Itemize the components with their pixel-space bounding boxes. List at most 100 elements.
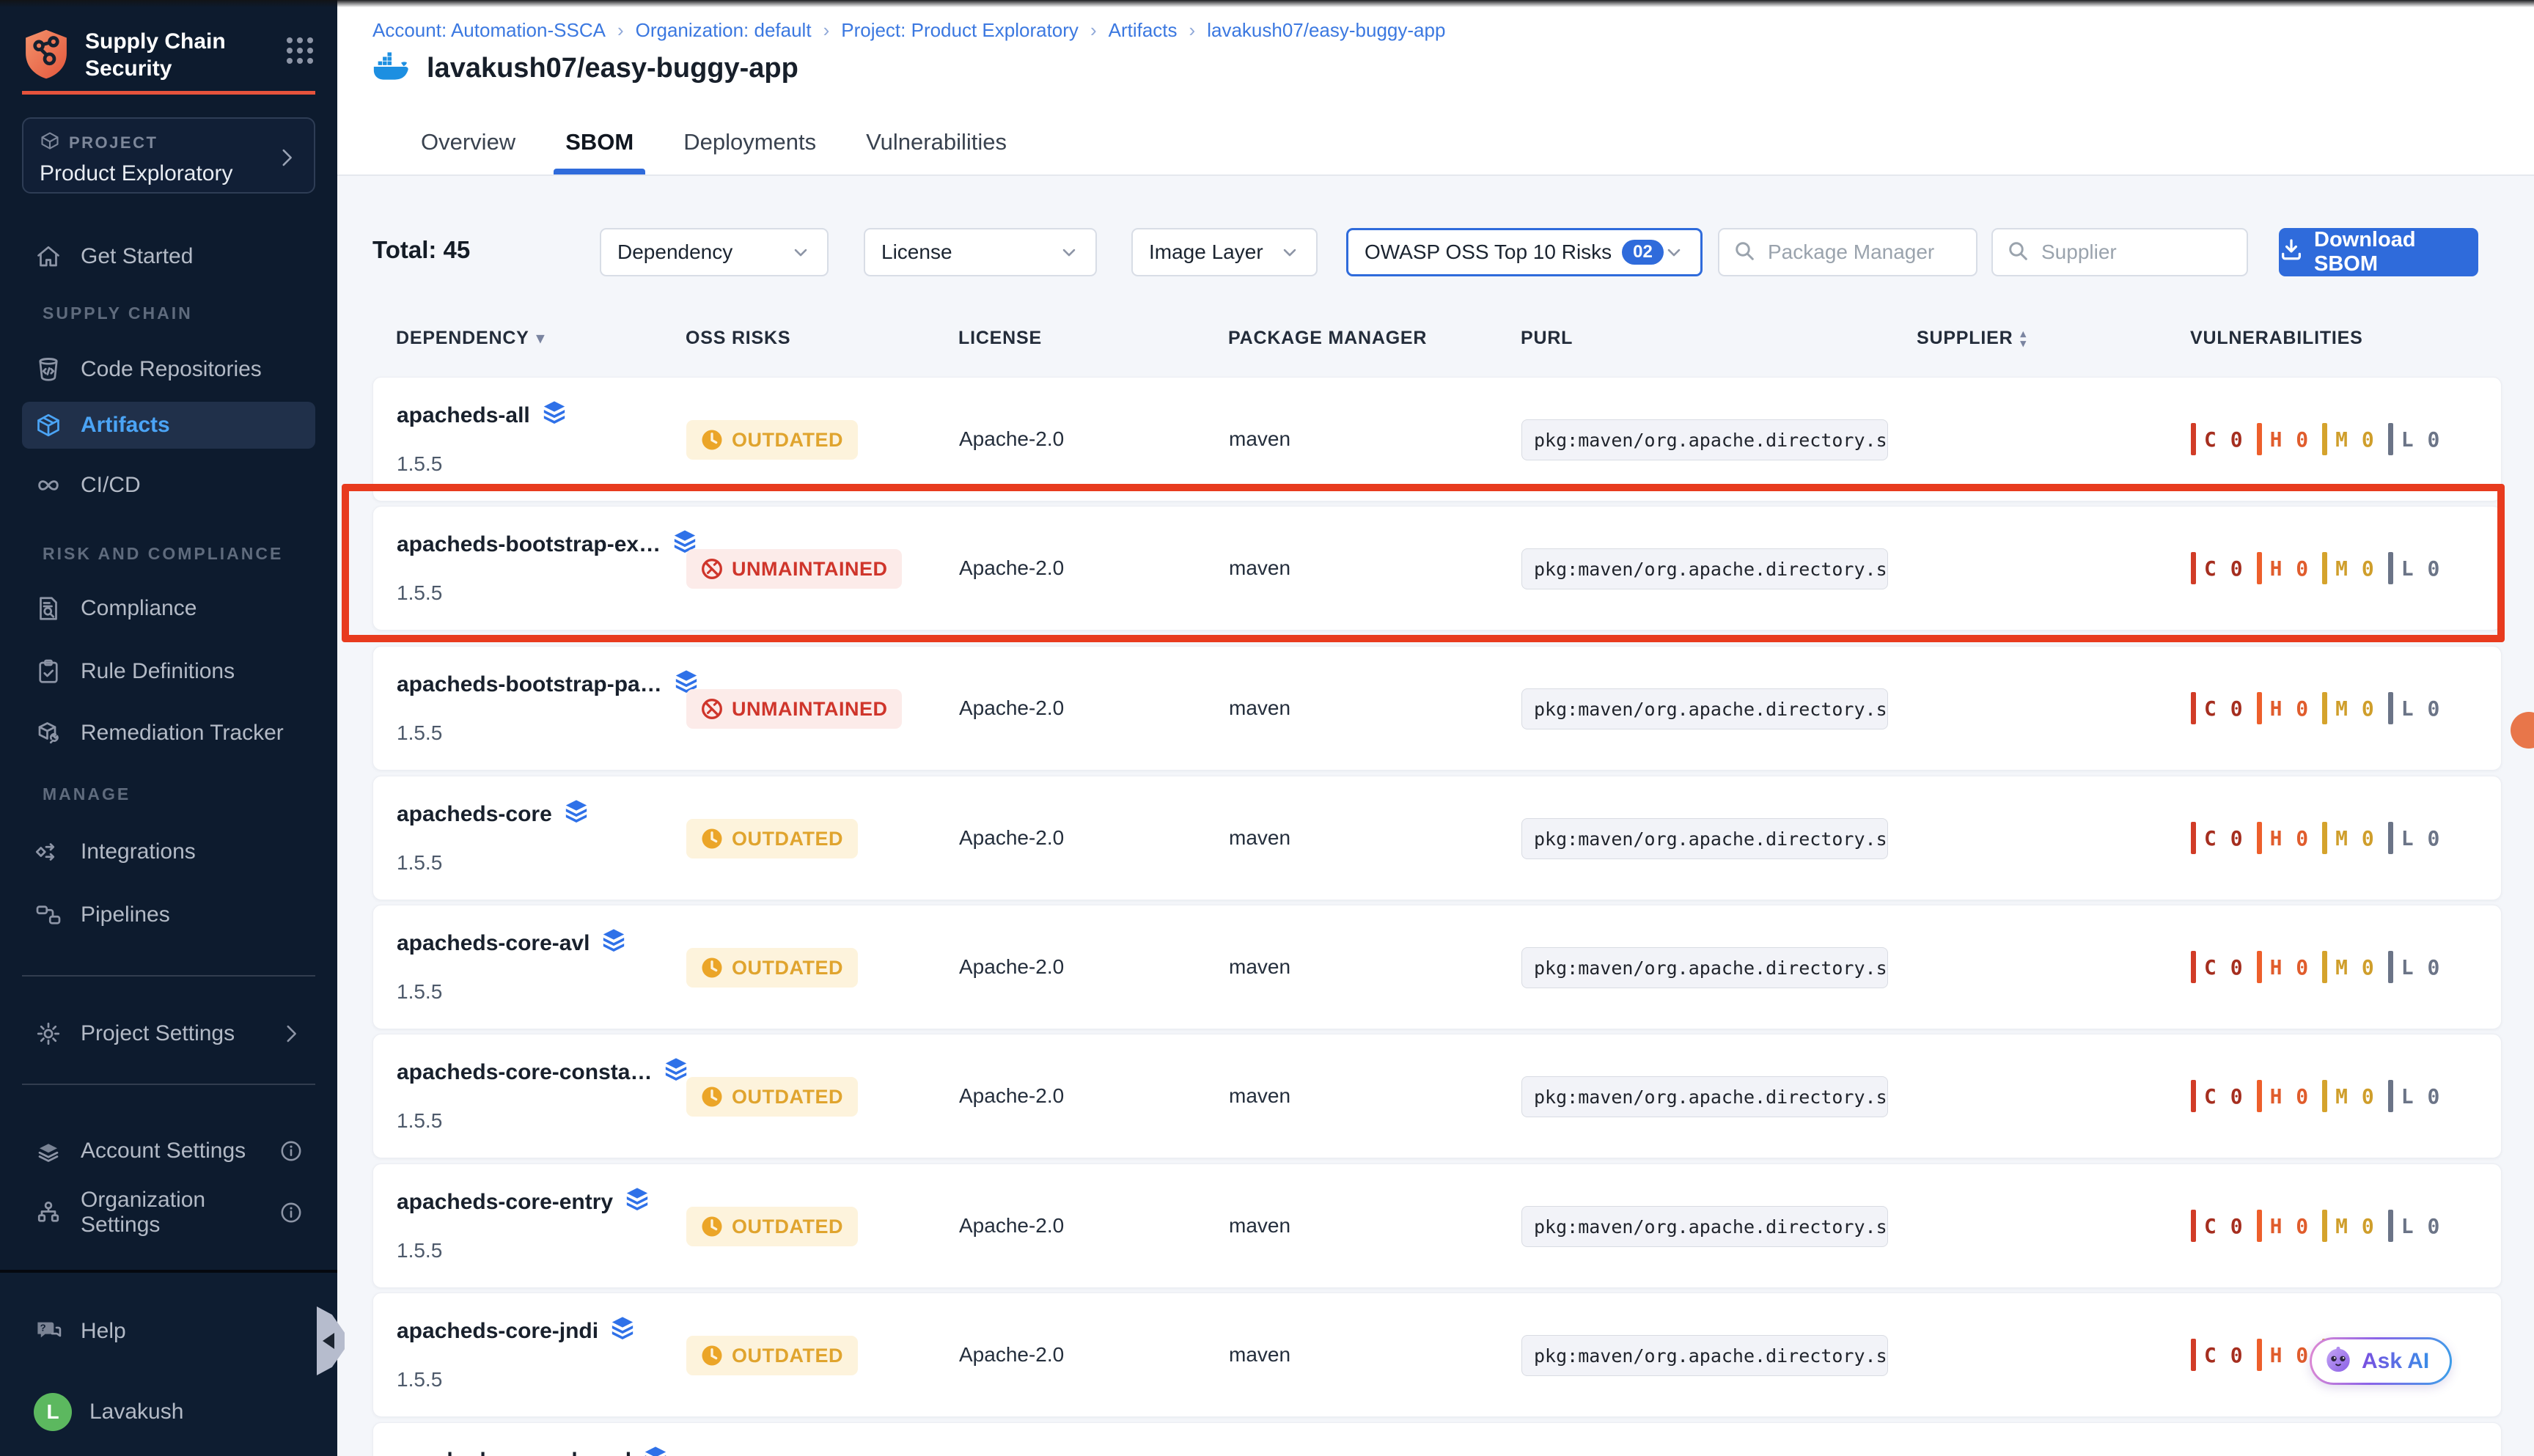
purl-value[interactable]: pkg:maven/org.apache.directory.s…	[1521, 419, 1888, 460]
filter-license[interactable]: License	[864, 228, 1097, 276]
sort-icon[interactable]: ▴▾	[2020, 329, 2026, 348]
breadcrumb-item[interactable]: Project: Product Exploratory	[841, 19, 1079, 42]
user-menu[interactable]: L Lavakush	[22, 1389, 315, 1435]
cicd-icon	[34, 471, 63, 499]
dependency-version: 1.5.5	[397, 581, 442, 605]
breadcrumb-item[interactable]: Artifacts	[1109, 19, 1178, 42]
sidebar-item-organization-settings[interactable]: Organization Settings	[22, 1189, 315, 1236]
breadcrumb-item[interactable]: lavakush07/easy-buggy-app	[1207, 19, 1445, 42]
sidebar-collapse-toggle[interactable]	[317, 1306, 345, 1375]
sidebar-item-label: Integrations	[81, 839, 196, 864]
filter-owasp-oss-top-10-risks[interactable]: OWASP OSS Top 10 Risks02	[1346, 228, 1703, 276]
severity-bar-icon	[2257, 1080, 2262, 1112]
table-row[interactable]: apacheds-all 1.5.5 OUTDATED Apache-2.0 m…	[372, 377, 2502, 501]
org-icon	[34, 1199, 63, 1226]
app-title: Supply Chain Security	[85, 28, 249, 82]
dependency-name[interactable]: apacheds-core-entry	[397, 1188, 650, 1217]
column-header-purl[interactable]: PURL	[1521, 328, 1573, 349]
filter-image-layer[interactable]: Image Layer	[1131, 228, 1318, 276]
package-manager-cell: maven	[1229, 427, 1290, 451]
purl-value[interactable]: pkg:maven/org.apache.directory.s…	[1521, 1206, 1888, 1247]
severity-low: L 0	[2388, 951, 2441, 983]
table-row[interactable]: apacheds-core 1.5.5 OUTDATED Apache-2.0 …	[372, 776, 2502, 900]
dependency-name[interactable]: apacheds-bootstrap-pa…	[397, 670, 699, 699]
severity-medium: M 0	[2322, 552, 2375, 584]
tab-overview[interactable]: Overview	[419, 129, 517, 174]
table-row[interactable]: apacheds-core-shared 1.5.5 OUTDATED Apac…	[372, 1422, 2502, 1456]
severity-count: 0	[2427, 427, 2440, 452]
sidebar-item-code-repositories[interactable]: Code Repositories	[22, 346, 315, 393]
severity-count: 0	[2362, 826, 2375, 850]
table-row[interactable]: apacheds-core-avl 1.5.5 OUTDATED Apache-…	[372, 905, 2502, 1029]
dependency-version: 1.5.5	[397, 721, 442, 745]
dependency-name[interactable]: apacheds-core-consta…	[397, 1058, 688, 1087]
dependency-name[interactable]: apacheds-bootstrap-ex…	[397, 530, 697, 559]
severity-bar-icon	[2322, 822, 2327, 854]
supply-chain-security-logo-icon	[22, 28, 70, 84]
table-row[interactable]: apacheds-bootstrap-ex… 1.5.5 UNMAINTAINE…	[372, 506, 2502, 630]
table-row[interactable]: apacheds-core-consta… 1.5.5 OUTDATED Apa…	[372, 1034, 2502, 1158]
ask-ai-button[interactable]: Ask AI	[2310, 1337, 2452, 1385]
column-header-license[interactable]: LICENSE	[958, 328, 1042, 349]
severity-bar-icon	[2388, 1210, 2393, 1242]
download-sbom-button[interactable]: Download SBOM	[2279, 228, 2478, 276]
package-manager-search[interactable]	[1718, 228, 1977, 276]
sidebar-item-get-started[interactable]: Get Started	[22, 233, 315, 280]
tab-vulnerabilities[interactable]: Vulnerabilities	[864, 129, 1008, 174]
severity-bar-icon	[2322, 692, 2327, 724]
package-manager-cell: maven	[1229, 1214, 1290, 1238]
dependency-name[interactable]: apacheds-core-shared	[397, 1446, 668, 1456]
license-cell: Apache-2.0	[959, 1214, 1064, 1238]
sidebar-item-ci-cd[interactable]: CI/CD	[22, 462, 315, 509]
sort-desc-icon[interactable]: ▾	[537, 329, 545, 348]
severity-count: 0	[2230, 556, 2244, 581]
sidebar-item-label: Get Started	[81, 244, 193, 269]
sidebar-item-rule-definitions[interactable]: Rule Definitions	[22, 648, 315, 695]
dependency-name[interactable]: apacheds-all	[397, 401, 567, 430]
sidebar-item-artifacts[interactable]: Artifacts	[22, 402, 315, 449]
package-manager-cell: maven	[1229, 1343, 1290, 1367]
column-header-package-manager[interactable]: PACKAGE MANAGER	[1228, 328, 1427, 349]
table-row[interactable]: apacheds-core-jndi 1.5.5 OUTDATED Apache…	[372, 1293, 2502, 1417]
column-header-vulnerabilities[interactable]: VULNERABILITIES	[2190, 328, 2363, 349]
package-manager-search-input[interactable]	[1766, 240, 1963, 265]
module-grid-icon[interactable]	[284, 35, 315, 70]
sidebar-item-pipelines[interactable]: Pipelines	[22, 891, 315, 938]
package-manager-cell: maven	[1229, 826, 1290, 850]
license-cell: Apache-2.0	[959, 826, 1064, 850]
filter-dependency[interactable]: Dependency	[600, 228, 829, 276]
sidebar-item-help[interactable]: ? Help	[22, 1308, 315, 1355]
sidebar-item-integrations[interactable]: Integrations	[22, 828, 315, 875]
breadcrumb-item[interactable]: Account: Automation-SSCA	[372, 19, 606, 42]
purl-value[interactable]: pkg:maven/org.apache.directory.s…	[1521, 1076, 1888, 1117]
supplier-search-input[interactable]	[2040, 240, 2233, 265]
purl-value[interactable]: pkg:maven/org.apache.directory.s…	[1521, 818, 1888, 859]
layers-icon	[625, 1188, 650, 1217]
tab-deployments[interactable]: Deployments	[682, 129, 818, 174]
table-row[interactable]: apacheds-bootstrap-pa… 1.5.5 UNMAINTAINE…	[372, 646, 2502, 771]
dependency-name[interactable]: apacheds-core-jndi	[397, 1317, 635, 1346]
purl-value[interactable]: pkg:maven/org.apache.directory.s…	[1521, 688, 1888, 729]
severity-high: H 0	[2257, 1210, 2310, 1242]
severity-count: 0	[2362, 696, 2375, 721]
sidebar-item-account-settings[interactable]: Account Settings	[22, 1128, 315, 1174]
tab-sbom[interactable]: SBOM	[564, 129, 635, 174]
purl-value[interactable]: pkg:maven/org.apache.directory.s…	[1521, 1335, 1888, 1376]
sidebar-item-remediation-tracker[interactable]: Remediation Tracker	[22, 710, 315, 757]
supplier-search[interactable]	[1991, 228, 2248, 276]
sidebar-item-project-settings[interactable]: Project Settings	[22, 1010, 315, 1057]
table-row[interactable]: apacheds-core-entry 1.5.5 OUTDATED Apach…	[372, 1163, 2502, 1288]
breadcrumb-item[interactable]: Organization: default	[636, 19, 812, 42]
purl-value[interactable]: pkg:maven/org.apache.directory.s…	[1521, 548, 1888, 589]
clock-icon	[701, 1216, 723, 1238]
dependency-name[interactable]: apacheds-core-avl	[397, 929, 626, 958]
severity-critical: C 0	[2191, 951, 2244, 983]
column-header-supplier[interactable]: SUPPLIER▴▾	[1917, 328, 2027, 349]
sidebar-divider	[22, 1084, 315, 1085]
column-header-oss-risks[interactable]: OSS RISKS	[686, 328, 790, 349]
dependency-name[interactable]: apacheds-core	[397, 800, 589, 829]
project-selector[interactable]: PROJECT Product Exploratory	[22, 117, 315, 194]
sidebar-item-compliance[interactable]: Compliance	[22, 585, 315, 632]
purl-value[interactable]: pkg:maven/org.apache.directory.s…	[1521, 947, 1888, 988]
column-header-dependency[interactable]: DEPENDENCY▾	[396, 328, 545, 349]
